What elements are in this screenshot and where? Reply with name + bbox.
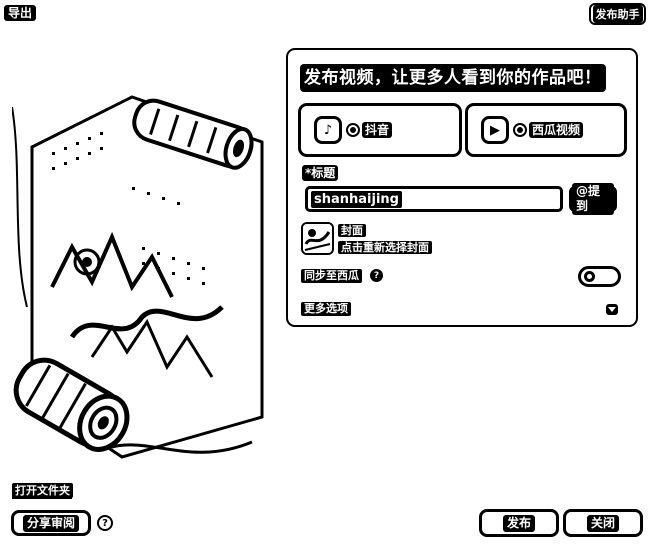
cover-label: 封面 bbox=[338, 224, 366, 237]
share-review-button[interactable]: 分享审阅 bbox=[11, 510, 91, 536]
help-icon[interactable]: ? bbox=[97, 515, 113, 531]
publish-button[interactable]: 发布 bbox=[479, 509, 559, 537]
publish-button-label: 发布 bbox=[502, 514, 535, 532]
cover-thumbnail[interactable] bbox=[301, 222, 334, 255]
publish-helper-label: 发布助手 bbox=[592, 5, 643, 23]
mention-button-label: @提到 bbox=[572, 183, 614, 215]
xigua-check-icon[interactable] bbox=[513, 123, 527, 137]
platform-douyin-label: 抖音 bbox=[362, 122, 393, 138]
douyin-logo-icon: ♪ bbox=[314, 116, 342, 144]
cover-reselect-hint[interactable]: 点击重新选择封面 bbox=[338, 241, 432, 254]
title-field-label: *标题 bbox=[302, 165, 339, 181]
sync-xigua-label: 同步至西瓜 bbox=[301, 269, 362, 283]
douyin-check-icon[interactable] bbox=[346, 123, 360, 137]
cover-image bbox=[303, 224, 332, 253]
publish-helper-button[interactable]: 发布助手 bbox=[589, 3, 646, 25]
video-preview bbox=[12, 47, 265, 475]
platform-xigua-label: 西瓜视频 bbox=[529, 122, 584, 138]
panel-title: 发布视频，让更多人看到你的作品吧！ bbox=[300, 64, 606, 92]
platform-xigua-card[interactable]: ▶ 西瓜视频 bbox=[465, 103, 627, 157]
close-button-label: 关闭 bbox=[586, 514, 619, 532]
sync-xigua-toggle[interactable] bbox=[578, 266, 621, 287]
share-review-label: 分享审阅 bbox=[22, 514, 79, 532]
open-folder-underline bbox=[12, 497, 72, 499]
title-input[interactable]: shanhaijing bbox=[305, 186, 563, 212]
open-folder-link[interactable]: 打开文件夹 bbox=[12, 483, 73, 498]
close-button[interactable]: 关闭 bbox=[563, 509, 643, 537]
mention-button[interactable]: @提到 bbox=[569, 183, 617, 215]
platform-douyin-card[interactable]: ♪ 抖音 bbox=[298, 103, 462, 157]
publish-panel: 发布视频，让更多人看到你的作品吧！ ♪ 抖音 ▶ 西瓜视频 *标题 shanha… bbox=[286, 48, 638, 327]
toggle-knob bbox=[584, 271, 595, 282]
title-input-value: shanhaijing bbox=[311, 190, 402, 208]
xigua-logo-icon: ▶ bbox=[481, 116, 509, 144]
scroll-artwork-image bbox=[12, 47, 265, 475]
chevron-down-icon[interactable] bbox=[606, 304, 618, 315]
sync-help-icon[interactable]: ? bbox=[370, 269, 383, 282]
more-options-label[interactable]: 更多选项 bbox=[301, 302, 351, 316]
export-tab[interactable]: 导出 bbox=[4, 5, 37, 21]
